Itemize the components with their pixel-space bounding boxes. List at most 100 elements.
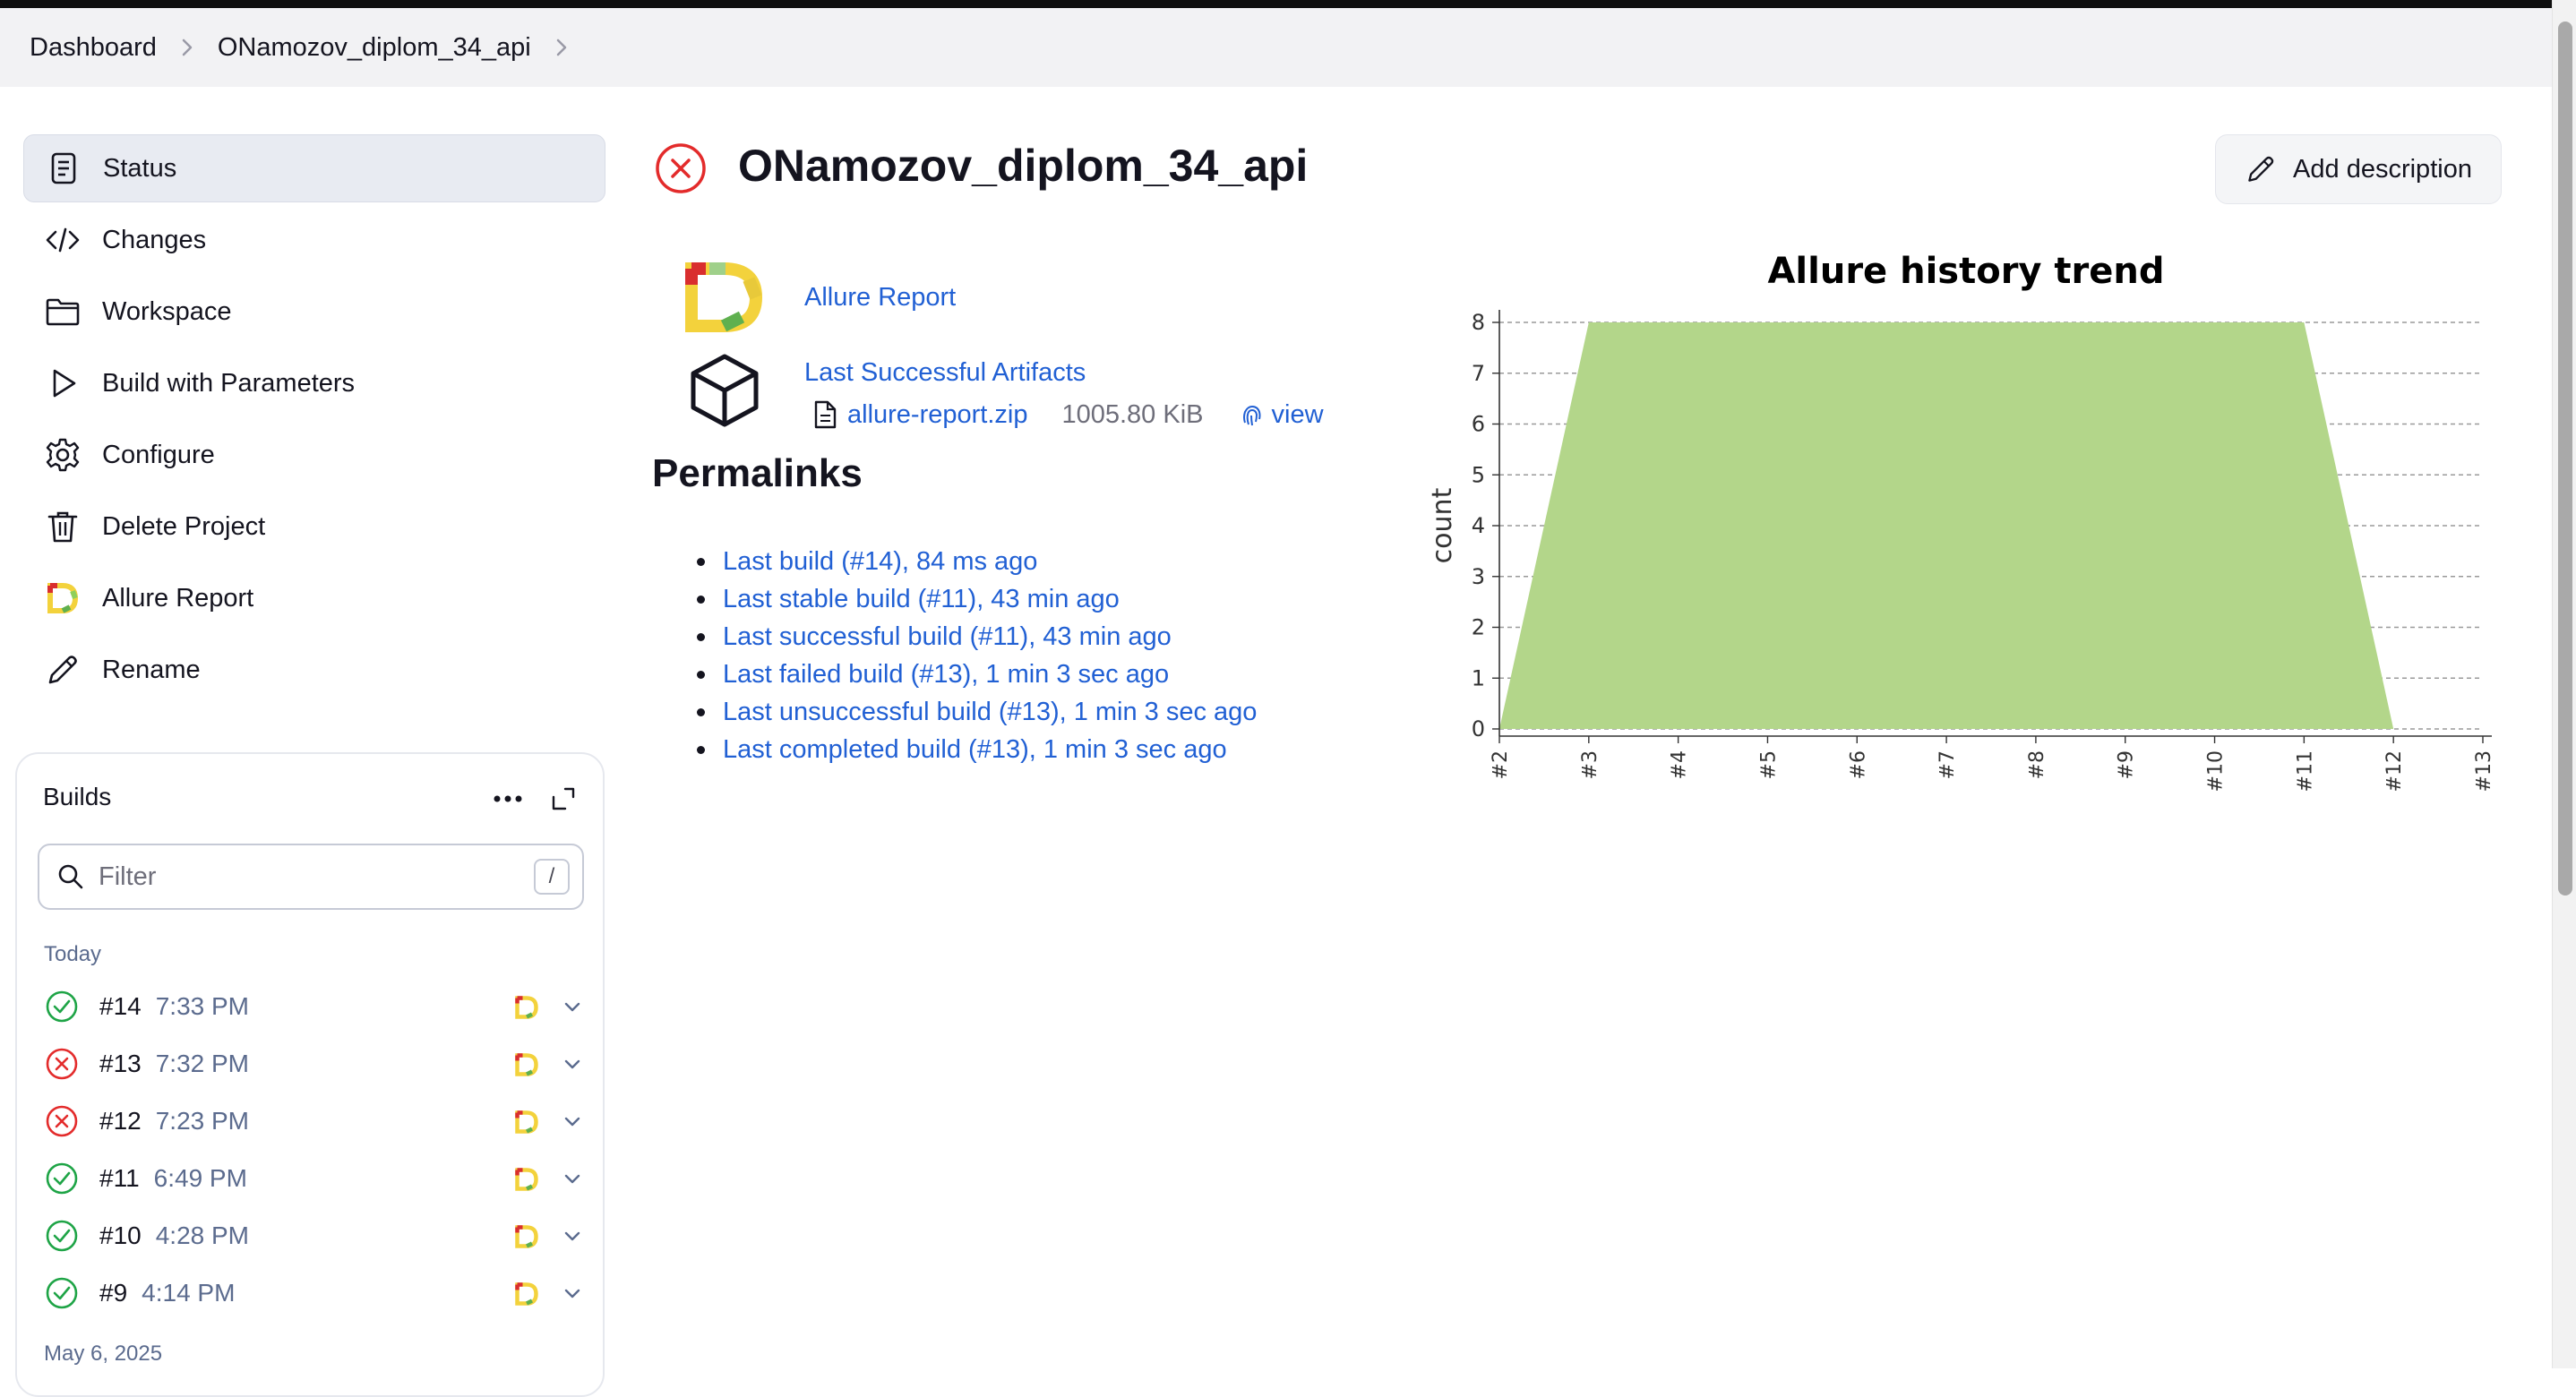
more-options-icon[interactable] xyxy=(488,781,528,817)
permalink-last-stable[interactable]: Last stable build (#11), 43 min ago xyxy=(723,585,1120,614)
y-tick-label: 4 xyxy=(1472,513,1485,538)
build-time: 7:33 PM xyxy=(155,992,249,1020)
sidebar-item-label: Rename xyxy=(102,655,201,684)
build-number[interactable]: #9 xyxy=(99,1279,127,1307)
chevron-down-icon[interactable] xyxy=(562,1168,583,1189)
builds-group-label: May 6, 2025 xyxy=(44,1341,163,1366)
y-tick-label: 1 xyxy=(1472,665,1485,690)
expand-icon[interactable] xyxy=(545,781,581,817)
chevron-down-icon[interactable] xyxy=(562,996,583,1017)
sidebar-item-label: Configure xyxy=(102,440,215,469)
pencil-icon xyxy=(2248,156,2274,182)
allure-report-link[interactable]: Allure Report xyxy=(804,283,956,313)
sidebar-item-configure[interactable]: Configure xyxy=(23,421,605,489)
scrollbar-thumb[interactable] xyxy=(2558,21,2572,896)
build-row[interactable]: #11 6:49 PM xyxy=(44,1153,581,1204)
last-successful-artifacts-link[interactable]: Last Successful Artifacts xyxy=(804,358,1086,388)
permalink-last-failed[interactable]: Last failed build (#13), 1 min 3 sec ago xyxy=(723,660,1169,690)
build-time: 6:49 PM xyxy=(153,1164,247,1192)
build-number[interactable]: #12 xyxy=(99,1107,142,1136)
breadcrumb-dashboard[interactable]: Dashboard xyxy=(30,33,157,63)
sidebar-item-label: Status xyxy=(103,153,177,183)
build-row[interactable]: #13 7:32 PM xyxy=(44,1039,581,1089)
permalink-last-build[interactable]: Last build (#14), 84 ms ago xyxy=(723,547,1037,577)
pencil-icon xyxy=(43,650,82,690)
sidebar-item-workspace[interactable]: Workspace xyxy=(23,278,605,346)
chevron-right-icon[interactable] xyxy=(554,38,569,57)
permalink-last-unsuccessful[interactable]: Last unsuccessful build (#13), 1 min 3 s… xyxy=(723,698,1257,727)
sidebar-item-label: Changes xyxy=(102,225,207,254)
sidebar-item-changes[interactable]: Changes xyxy=(23,206,605,274)
builds-filter-field[interactable]: / xyxy=(38,844,584,910)
chevron-down-icon[interactable] xyxy=(562,1053,583,1075)
permalinks-heading: Permalinks xyxy=(652,451,863,495)
sidebar-item-build-with-parameters[interactable]: Build with Parameters xyxy=(23,349,605,417)
allure-icon[interactable] xyxy=(513,1281,540,1307)
sidebar-item-rename[interactable]: Rename xyxy=(23,636,605,704)
gear-icon xyxy=(43,435,82,475)
window-top-edge xyxy=(0,0,2553,8)
allure-icon[interactable] xyxy=(513,1223,540,1250)
add-description-button[interactable]: Add description xyxy=(2215,134,2502,204)
artifact-file-line: allure-report.zip 1005.80 KiB view xyxy=(811,399,1324,430)
y-axis-label: count xyxy=(1427,487,1458,563)
chevron-down-icon[interactable] xyxy=(562,1110,583,1132)
page-title: ONamozov_diplom_34_api xyxy=(738,141,1309,191)
y-tick-label: 2 xyxy=(1472,615,1485,640)
build-number[interactable]: #14 xyxy=(99,992,142,1021)
allure-icon[interactable] xyxy=(513,1109,540,1136)
build-row[interactable]: #14 7:33 PM xyxy=(44,981,581,1032)
builds-title: Builds xyxy=(43,783,112,810)
permalink-last-completed[interactable]: Last completed build (#13), 1 min 3 sec … xyxy=(723,735,1227,765)
allure-icon[interactable] xyxy=(513,1051,540,1078)
chevron-right-icon xyxy=(180,38,194,57)
sidebar-item-label: Allure Report xyxy=(102,583,254,613)
x-tick-label: #11 xyxy=(2294,750,2316,792)
trash-icon xyxy=(43,507,82,546)
y-tick-label: 8 xyxy=(1472,310,1485,335)
breadcrumb: Dashboard ONamozov_diplom_34_api xyxy=(0,8,2553,87)
file-icon xyxy=(814,400,837,429)
build-number[interactable]: #11 xyxy=(99,1164,140,1193)
x-tick-label: #8 xyxy=(2026,750,2048,779)
build-row[interactable]: #12 7:23 PM xyxy=(44,1096,581,1146)
permalink-last-successful[interactable]: Last successful build (#11), 43 min ago xyxy=(723,622,1172,652)
list-item: Last build (#14), 84 ms ago xyxy=(697,543,1257,580)
x-tick-label: #2 xyxy=(1490,750,1512,779)
artifact-file-link[interactable]: allure-report.zip xyxy=(847,400,1027,430)
artifact-file-size: 1005.80 KiB xyxy=(1061,399,1204,429)
chart-plot: 0 1 2 3 4 5 6 7 8 #2 #3 #4 #5 #6 #7 #8 #9 #10 #11 #12 #13 cou… xyxy=(1427,310,2495,792)
folder-icon xyxy=(43,292,82,331)
allure-icon[interactable] xyxy=(513,1166,540,1193)
allure-icon xyxy=(43,579,82,618)
build-row[interactable]: #9 4:14 PM xyxy=(44,1268,581,1318)
allure-icon[interactable] xyxy=(513,994,540,1021)
artifact-view-link[interactable]: view xyxy=(1272,400,1324,430)
breadcrumb-project[interactable]: ONamozov_diplom_34_api xyxy=(218,33,531,63)
x-tick-label: #10 xyxy=(2205,750,2228,792)
success-icon xyxy=(46,990,78,1023)
builds-filter-input[interactable] xyxy=(97,861,521,893)
sidebar-item-delete-project[interactable]: Delete Project xyxy=(23,493,605,561)
fingerprint-icon[interactable] xyxy=(1238,401,1265,428)
chevron-down-icon[interactable] xyxy=(562,1282,583,1304)
allure-history-trend-chart[interactable]: Allure history trend 0 1 2 3 4 5 6 7 8 #2 #3 #4 #5 #6… xyxy=(1424,240,2517,795)
sidebar-item-label: Workspace xyxy=(102,296,232,326)
build-time: 4:28 PM xyxy=(155,1221,249,1249)
sidebar-item-allure-report[interactable]: Allure Report xyxy=(23,564,605,632)
build-row[interactable]: #10 4:28 PM xyxy=(44,1211,581,1261)
success-icon xyxy=(46,1162,78,1195)
build-number[interactable]: #13 xyxy=(99,1050,142,1078)
play-icon xyxy=(43,364,82,403)
permalinks-list: Last build (#14), 84 ms ago Last stable … xyxy=(697,543,1257,768)
sidebar-item-status[interactable]: Status xyxy=(23,134,605,202)
document-icon xyxy=(44,149,83,188)
y-tick-label: 0 xyxy=(1472,716,1485,741)
add-description-label: Add description xyxy=(2293,154,2472,184)
chevron-down-icon[interactable] xyxy=(562,1225,583,1247)
failed-icon xyxy=(46,1048,78,1080)
build-number[interactable]: #10 xyxy=(99,1221,142,1250)
page-scrollbar[interactable] xyxy=(2552,0,2576,1368)
list-item: Last successful build (#11), 43 min ago xyxy=(697,618,1257,656)
x-tick-label: #7 xyxy=(1936,750,1959,779)
